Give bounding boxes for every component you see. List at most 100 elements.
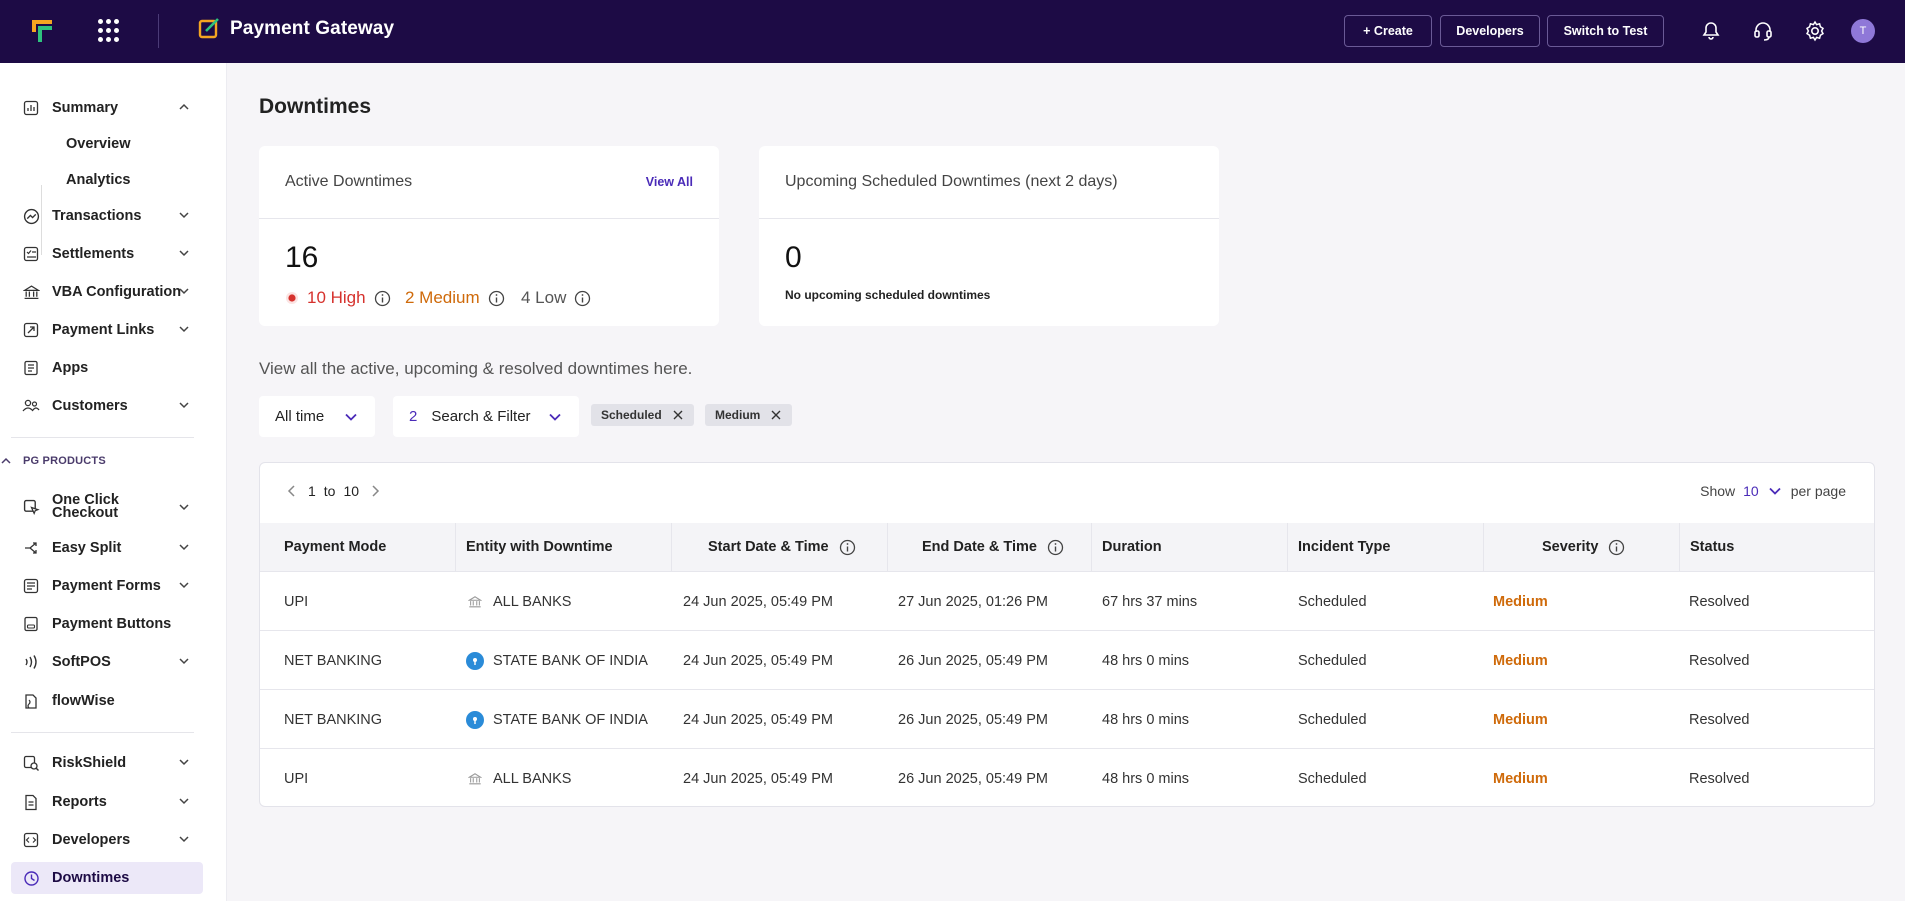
sidebar-label: Payment Links (52, 322, 155, 338)
customers-icon (22, 397, 40, 415)
table-row[interactable]: UPI ALL BANKS 24 Jun 2025, 05:49 PM 27 J… (260, 571, 1874, 630)
developers-button[interactable]: Developers (1440, 15, 1540, 47)
time-range-dropdown[interactable]: All time (259, 396, 375, 437)
downtime-clock-icon (22, 869, 40, 887)
cell-duration: 48 hrs 0 mins (1102, 711, 1190, 728)
close-icon[interactable] (672, 409, 684, 421)
search-filter-dropdown[interactable]: 2 Search & Filter (393, 396, 579, 437)
logo-icon[interactable] (28, 14, 60, 46)
card-header: Active Downtimes View All (259, 146, 719, 219)
sidebar-item-easy-split[interactable]: Easy Split (22, 535, 192, 561)
product-switcher[interactable]: Payment Gateway (198, 17, 394, 41)
cell-severity: Medium (1493, 770, 1548, 787)
sidebar-item-payment-links[interactable]: Payment Links (22, 317, 192, 343)
sidebar-item-apps[interactable]: Apps (22, 355, 192, 381)
filter-chip-scheduled: Scheduled (591, 404, 694, 426)
sidebar-label: RiskShield (52, 755, 127, 771)
sidebar-item-payment-forms[interactable]: Payment Forms (22, 573, 192, 599)
cell-payment-mode: UPI (284, 593, 309, 610)
low-severity-count: 4 Low (521, 288, 591, 308)
table-row[interactable]: UPI ALL BANKS 24 Jun 2025, 05:49 PM 26 J… (260, 748, 1874, 806)
sidebar-item-reports[interactable]: Reports (22, 789, 192, 815)
high-dot-icon (286, 292, 298, 304)
pager-from: 1 (308, 483, 316, 499)
user-avatar[interactable]: T (1851, 19, 1875, 43)
cell-entity: STATE BANK OF INDIA (466, 690, 648, 749)
sidebar-item-analytics[interactable]: Analytics (66, 172, 130, 188)
cell-status: Resolved (1689, 770, 1750, 787)
chevron-right-icon[interactable] (367, 483, 383, 499)
sidebar-item-summary[interactable]: Summary (22, 95, 192, 121)
create-button[interactable]: + Create (1344, 15, 1432, 47)
high-label: 10 High (307, 288, 366, 307)
sidebar-label: Apps (52, 360, 89, 376)
view-all-link[interactable]: View All (646, 175, 693, 189)
sidebar-label: Reports (52, 794, 107, 810)
support-headset-icon[interactable] (1750, 18, 1776, 44)
sidebar-item-payment-buttons[interactable]: Payment Buttons (22, 611, 192, 637)
sidebar-item-downtimes[interactable]: Downtimes (22, 865, 192, 891)
cell-start: 24 Jun 2025, 05:49 PM (683, 770, 833, 787)
cell-end: 26 Jun 2025, 05:49 PM (898, 652, 1048, 669)
risk-search-icon (22, 754, 40, 772)
cell-incident-type: Scheduled (1298, 770, 1367, 787)
sidebar-item-customers[interactable]: Customers (22, 393, 192, 419)
sidebar-label: Developers (52, 832, 131, 848)
active-downtimes-card: Active Downtimes View All 16 10 High 2 M… (259, 146, 719, 326)
info-icon[interactable] (839, 539, 856, 556)
close-icon[interactable] (770, 409, 782, 421)
chevron-down-icon (179, 212, 189, 219)
info-icon[interactable] (1608, 539, 1625, 556)
payment-gateway-icon (198, 18, 219, 39)
report-icon (22, 793, 40, 811)
chevron-down-icon (179, 658, 189, 665)
chevron-down-icon (179, 582, 189, 589)
info-icon[interactable] (374, 290, 391, 307)
chevron-down-icon (345, 413, 357, 421)
sidebar-item-settlements[interactable]: Settlements (22, 241, 192, 267)
info-icon[interactable] (574, 290, 591, 307)
app-switcher-icon[interactable] (98, 19, 122, 43)
time-range-value: All time (275, 408, 325, 425)
info-icon[interactable] (488, 290, 505, 307)
sidebar-item-overview[interactable]: Overview (66, 136, 131, 152)
sidebar-item-softpos[interactable]: SoftPOS (22, 649, 192, 675)
cell-end: 27 Jun 2025, 01:26 PM (898, 593, 1048, 610)
sidebar-label: SoftPOS (52, 654, 111, 670)
column-entity: Entity with Downtime (456, 523, 672, 571)
sidebar-item-riskshield[interactable]: RiskShield (22, 750, 192, 776)
column-label: Payment Mode (284, 539, 387, 555)
table-row[interactable]: NET BANKING STATE BANK OF INDIA 24 Jun 2… (260, 630, 1874, 689)
cell-severity: Medium (1493, 652, 1548, 669)
split-icon (22, 539, 40, 557)
chevron-down-icon (549, 413, 561, 421)
sidebar-item-vba-configuration[interactable]: VBA Configuration (22, 279, 192, 305)
per-page-label: per page (1790, 483, 1846, 499)
sidebar-item-one-click-checkout[interactable]: One Click Checkout (22, 492, 192, 522)
divider (11, 437, 194, 438)
sidebar-item-flowwise[interactable]: flowWise (22, 688, 192, 714)
table-header: Payment Mode Entity with Downtime Start … (260, 523, 1874, 571)
active-count: 16 (285, 241, 319, 274)
info-icon[interactable] (1047, 539, 1064, 556)
sidebar-label: Payment Buttons (52, 616, 172, 632)
table-row[interactable]: NET BANKING STATE BANK OF INDIA 24 Jun 2… (260, 689, 1874, 749)
chevron-down-icon (179, 504, 189, 511)
sidebar-item-developers[interactable]: Developers (22, 827, 192, 853)
switch-to-test-button[interactable]: Switch to Test (1547, 15, 1664, 47)
card-title: Upcoming Scheduled Downtimes (next 2 day… (785, 173, 1118, 190)
chevron-up-icon[interactable] (0, 455, 12, 467)
notification-bell-icon[interactable] (1698, 18, 1724, 44)
search-filter-label: Search & Filter (431, 408, 531, 425)
settings-gear-icon[interactable] (1802, 18, 1828, 44)
chevron-left-icon[interactable] (284, 483, 300, 499)
product-title: Payment Gateway (230, 18, 395, 39)
cell-status: Resolved (1689, 652, 1750, 669)
sidebar-item-transactions[interactable]: Transactions (22, 203, 192, 229)
card-header: Upcoming Scheduled Downtimes (next 2 day… (759, 146, 1219, 219)
column-severity: Severity (1484, 523, 1680, 571)
per-page-select[interactable]: 10 (1743, 483, 1759, 499)
chevron-down-icon[interactable] (1767, 483, 1783, 499)
column-label: Duration (1102, 539, 1162, 555)
low-label: 4 Low (521, 288, 567, 307)
